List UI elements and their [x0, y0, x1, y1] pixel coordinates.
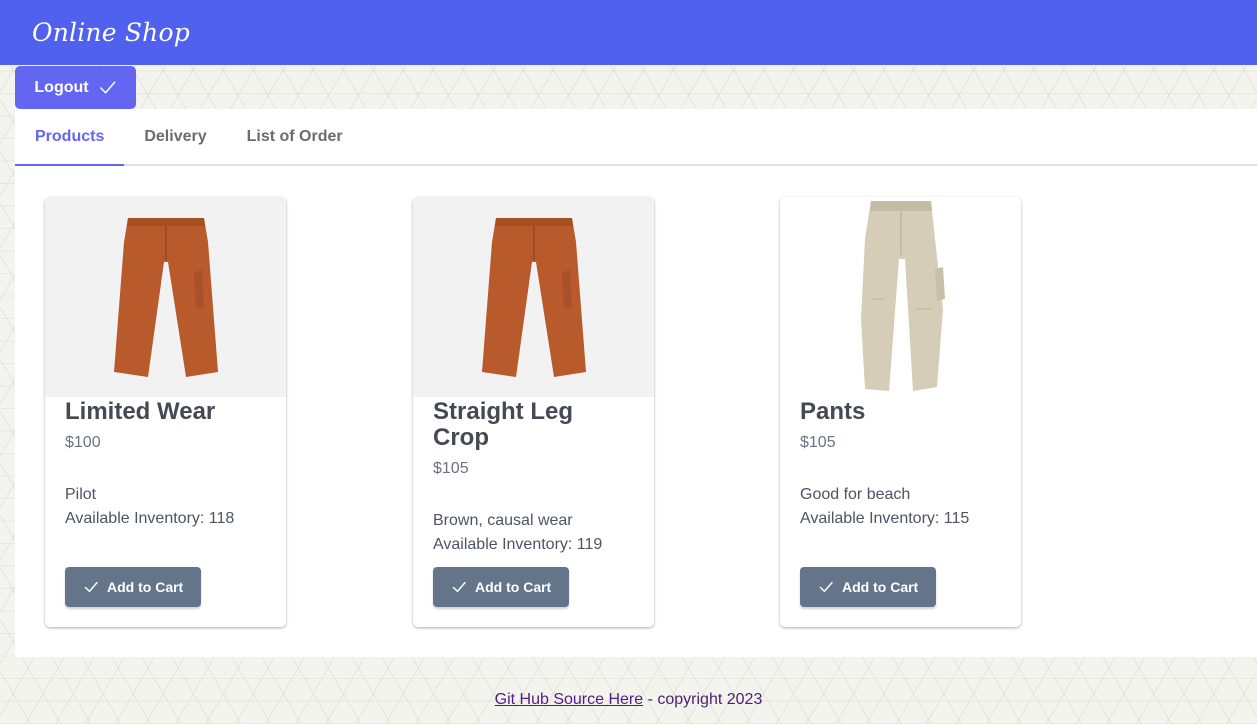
tab-bar: Products Delivery List of Order: [15, 109, 1257, 166]
product-image: [780, 197, 1021, 397]
product-inventory: Available Inventory: 115: [800, 510, 970, 527]
main-panel: Products Delivery List of Order Limited …: [15, 109, 1257, 657]
product-description: Pilot: [65, 486, 97, 503]
product-price: $100: [65, 434, 101, 451]
product-name: Limited Wear: [65, 398, 216, 425]
rust-pants-image: [113, 218, 218, 377]
add-to-cart-button[interactable]: Add to Cart: [65, 567, 202, 607]
product-description: Brown, causal wear: [433, 512, 573, 529]
product-card: Straight Leg Crop $105 Brown, causal wea…: [413, 197, 654, 627]
logout-button[interactable]: Logout: [15, 66, 136, 109]
logout-label: Logout: [34, 78, 89, 96]
product-inventory: Available Inventory: 119: [433, 536, 603, 553]
add-to-cart-label: Add to Cart: [107, 579, 184, 595]
product-name: Pants: [800, 398, 866, 425]
add-to-cart-label: Add to Cart: [475, 579, 552, 595]
product-card: Pants $105 Good for beach Available Inve…: [780, 197, 1021, 627]
product-inventory: Available Inventory: 118: [65, 510, 235, 527]
product-name: Straight Leg Crop: [433, 398, 574, 451]
product-card: Limited Wear $100 Pilot Available Invent…: [45, 197, 286, 627]
copyright-text: - copyright 2023: [643, 691, 763, 708]
check-icon: [452, 581, 466, 593]
add-to-cart-label: Add to Cart: [842, 579, 919, 595]
tab-delivery[interactable]: Delivery: [124, 109, 226, 164]
product-description: Good for beach: [800, 486, 911, 503]
github-source-link[interactable]: Git Hub Source Here: [495, 691, 644, 708]
top-bar: Online Shop: [0, 0, 1257, 65]
check-icon: [84, 581, 98, 593]
product-price: $105: [433, 460, 469, 477]
tab-products[interactable]: Products: [15, 109, 125, 166]
add-to-cart-button[interactable]: Add to Cart: [433, 567, 570, 607]
rust-pants-image: [481, 218, 586, 377]
tab-list-of-order[interactable]: List of Order: [227, 109, 363, 164]
app-title: Online Shop: [32, 18, 190, 47]
check-icon: [99, 81, 115, 94]
footer: Git Hub Source Here - copyright 2023: [0, 691, 1257, 709]
product-image: [45, 197, 286, 397]
add-to-cart-button[interactable]: Add to Cart: [800, 567, 937, 607]
check-icon: [819, 581, 833, 593]
beige-pants-image: [860, 201, 945, 391]
product-image: [413, 197, 654, 397]
product-price: $105: [800, 434, 836, 451]
